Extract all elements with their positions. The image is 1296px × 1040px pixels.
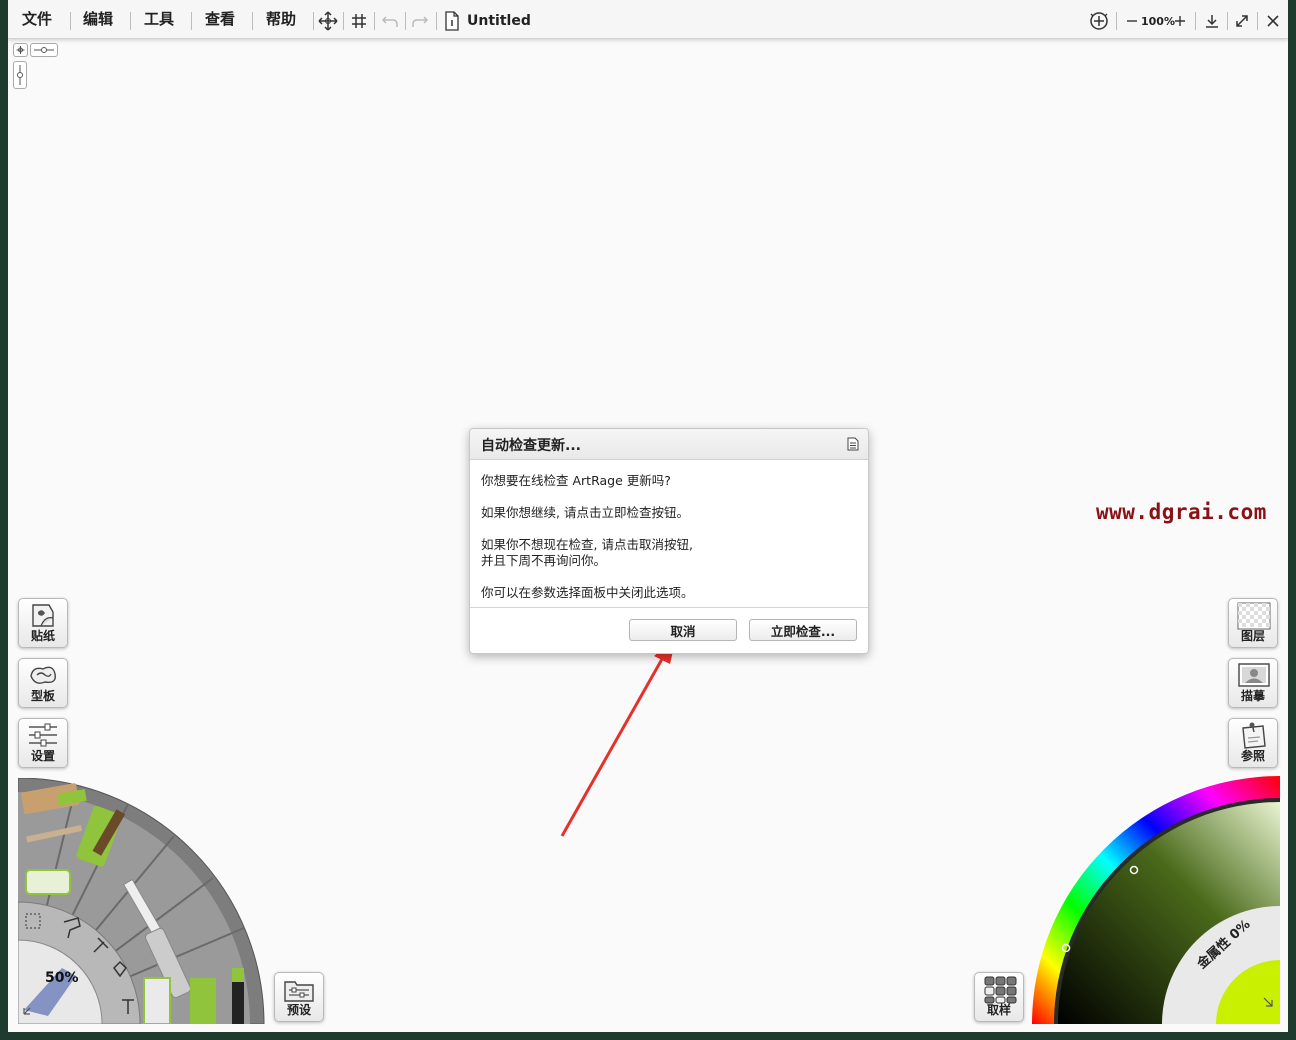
update-check-dialog: 自动检查更新... 你想要在线检查 ArtRage 更新吗? 如果你想继续, 请… <box>469 428 869 654</box>
zoom-in-icon[interactable] <box>1170 11 1190 31</box>
menu-view[interactable]: 查看 <box>205 8 235 30</box>
sampler-label: 取样 <box>986 1003 1011 1017</box>
dialog-menu-icon[interactable] <box>847 437 859 451</box>
document-icon <box>442 11 462 31</box>
dialog-text: 你想要在线检查 ArtRage 更新吗? <box>481 473 671 488</box>
pin-toggle-icon[interactable] <box>13 43 28 57</box>
stencils-button[interactable]: 型板 <box>18 658 68 708</box>
zoom-fit-icon[interactable] <box>1088 10 1110 32</box>
stickers-button[interactable]: 贴纸 <box>18 598 68 648</box>
menu-separator <box>70 12 71 30</box>
menu-separator <box>1116 12 1117 30</box>
check-now-button[interactable]: 立即检查... <box>749 619 857 641</box>
move-canvas-icon[interactable] <box>318 11 338 31</box>
menu-separator <box>436 12 437 30</box>
tracing-image-icon <box>1238 663 1270 687</box>
download-icon[interactable] <box>1202 11 1222 31</box>
layers-label: 图层 <box>1240 629 1265 643</box>
zoom-out-icon[interactable] <box>1122 11 1142 31</box>
layer-thumbnail-icon <box>1237 602 1271 630</box>
menu-separator <box>405 12 406 30</box>
dialog-text: 如果你想继续, 请点击立即检查按钮。 <box>481 505 689 520</box>
dialog-divider <box>470 607 868 608</box>
presets-label: 预设 <box>286 1003 311 1017</box>
menu-separator <box>1257 12 1258 30</box>
menu-separator <box>374 12 375 30</box>
menu-bar: 文件 编辑 工具 查看 帮助 Untitled 100% <box>8 0 1288 39</box>
menu-file[interactable]: 文件 <box>22 8 52 30</box>
vertical-slider-icon[interactable] <box>13 61 27 89</box>
menu-separator <box>1227 12 1228 30</box>
menu-edit[interactable]: 编辑 <box>83 8 113 30</box>
presets-button[interactable]: 预设 <box>274 972 324 1022</box>
menu-separator <box>252 12 253 30</box>
swatch-grid-icon <box>984 976 1017 1004</box>
settings-label: 设置 <box>30 749 55 763</box>
dialog-text: 并且下周不再询问你。 <box>481 553 607 568</box>
reference-button[interactable]: 参照 <box>1228 718 1278 768</box>
menu-help[interactable]: 帮助 <box>266 8 296 30</box>
menu-separator <box>343 12 344 30</box>
undo-icon[interactable] <box>380 11 400 31</box>
dialog-title-bar: 自动检查更新... <box>470 429 868 460</box>
pinned-reference-icon <box>1242 722 1266 749</box>
tracing-label: 描摹 <box>1240 689 1265 703</box>
redo-icon[interactable] <box>410 11 430 31</box>
settings-button[interactable]: 设置 <box>18 718 68 768</box>
brush-size-value: 50% <box>45 970 79 986</box>
menu-separator <box>191 12 192 30</box>
tool-wheel[interactable]: 50% <box>18 778 266 1024</box>
painting-canvas[interactable]: 文件 编辑 工具 查看 帮助 Untitled 100% 贴纸 型板 设置 50… <box>8 0 1288 1032</box>
menu-separator <box>1195 12 1196 30</box>
stencils-label: 型板 <box>30 689 55 703</box>
grid-icon[interactable] <box>349 11 369 31</box>
annotation-arrow-icon <box>560 638 676 837</box>
watermark: www.dgrai.com <box>1096 500 1267 524</box>
folder-icon <box>284 981 314 1002</box>
reference-label: 参照 <box>1240 749 1265 763</box>
dialog-title: 自动检查更新... <box>481 438 581 454</box>
sampler-button[interactable]: 取样 <box>974 972 1024 1022</box>
cancel-button[interactable]: 取消 <box>629 619 737 641</box>
tracing-button[interactable]: 描摹 <box>1228 658 1278 708</box>
dialog-text: 你可以在参数选择面板中关闭此选项。 <box>481 585 694 600</box>
color-picker[interactable]: 金属性 0% <box>1032 776 1280 1024</box>
horizontal-slider-icon[interactable] <box>30 43 58 57</box>
menu-tools[interactable]: 工具 <box>144 8 174 30</box>
layers-button[interactable]: 图层 <box>1228 598 1278 648</box>
close-icon[interactable] <box>1263 11 1283 31</box>
menu-separator <box>313 12 314 30</box>
document-title: Untitled <box>467 13 531 29</box>
fullscreen-icon[interactable] <box>1232 11 1252 31</box>
stickers-label: 贴纸 <box>30 629 55 643</box>
menu-separator <box>130 12 131 30</box>
